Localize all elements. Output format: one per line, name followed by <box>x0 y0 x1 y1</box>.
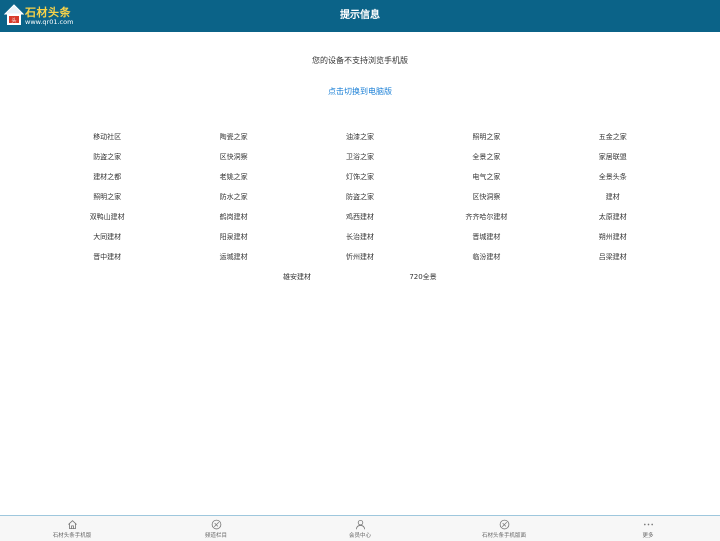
site-link[interactable]: 老姚之家 <box>170 171 296 191</box>
nav-label: 更多 <box>642 533 654 539</box>
device-notice: 您的设备不支持浏览手机版 <box>312 56 408 65</box>
site-link[interactable]: 陶瓷之家 <box>170 131 296 151</box>
site-link[interactable]: 照明之家 <box>44 191 170 211</box>
site-link[interactable]: 电气之家 <box>423 171 549 191</box>
site-links-row: 照明之家 防水之家 防盗之家 区快洞察 建材 <box>44 191 676 211</box>
site-link[interactable]: 长治建材 <box>297 231 423 251</box>
site-link[interactable]: 双鸭山建材 <box>44 211 170 231</box>
site-link[interactable]: 油漆之家 <box>297 131 423 151</box>
site-link[interactable]: 建材之都 <box>44 171 170 191</box>
switch-to-desktop-link[interactable]: 点击切换到电脑版 <box>0 86 720 97</box>
site-link[interactable]: 防盗之家 <box>44 151 170 171</box>
nav-item-more[interactable]: 更多 <box>576 516 720 541</box>
nav-label: 会员中心 <box>348 533 371 539</box>
nav-item-mobile-home[interactable]: 石材头条手机版 <box>0 516 144 541</box>
site-link[interactable]: 运城建材 <box>170 251 296 271</box>
site-links-grid: 移动社区 陶瓷之家 油漆之家 照明之家 五金之家 防盗之家 区快洞察 卫浴之家 全景之家 家居联盟… <box>44 131 676 271</box>
nav-label: 石材头条手机版 <box>52 533 92 539</box>
site-link[interactable]: 晋中建材 <box>44 251 170 271</box>
site-links-row: 晋中建材 运城建材 忻州建材 临汾建材 吕梁建材 <box>44 251 676 271</box>
site-link[interactable]: 忻州建材 <box>297 251 423 271</box>
site-link[interactable]: 全景之家 <box>423 151 549 171</box>
site-link[interactable]: 区快洞察 <box>170 151 296 171</box>
site-links-row: 防盗之家 区快洞察 卫浴之家 全景之家 家居联盟 <box>44 151 676 171</box>
site-link[interactable]: 防水之家 <box>170 191 296 211</box>
compass-icon <box>499 519 509 530</box>
site-link[interactable]: 齐齐哈尔建材 <box>423 211 549 231</box>
site-links-row: 建材之都 老姚之家 灯饰之家 电气之家 全景头条 <box>44 171 676 191</box>
nav-item-member-center[interactable]: 会员中心 <box>288 516 432 541</box>
nav-label: 频道栏目 <box>204 533 227 539</box>
user-icon <box>355 519 365 530</box>
site-link[interactable]: 朔州建材 <box>550 231 676 251</box>
site-link[interactable]: 720全景 <box>383 271 463 283</box>
site-link[interactable]: 家居联盟 <box>550 151 676 171</box>
site-link[interactable]: 大同建材 <box>44 231 170 251</box>
site-link[interactable]: 建材 <box>550 191 676 211</box>
more-icon <box>643 523 653 526</box>
site-link[interactable]: 灯饰之家 <box>297 171 423 191</box>
site-link[interactable]: 阳泉建材 <box>170 231 296 251</box>
page-title: 提示信息 <box>340 10 380 21</box>
site-link[interactable]: 鹤岗建材 <box>170 211 296 231</box>
top-header: 头 石材头条 www.qr01.com 提示信息 <box>0 0 720 32</box>
site-link[interactable]: 照明之家 <box>423 131 549 151</box>
site-link[interactable]: 雄安建材 <box>257 271 337 283</box>
nav-item-channels[interactable]: 频道栏目 <box>144 516 288 541</box>
site-links-last-row: 雄安建材 720全景 <box>0 271 720 283</box>
site-link[interactable]: 吕梁建材 <box>550 251 676 271</box>
site-link[interactable]: 五金之家 <box>550 131 676 151</box>
site-link[interactable]: 移动社区 <box>44 131 170 151</box>
site-link[interactable]: 全景头条 <box>550 171 676 191</box>
bottom-nav: 石材头条手机版 频道栏目 会员中心 石材头条手机版面 更多 <box>0 515 720 541</box>
site-link[interactable]: 晋城建材 <box>423 231 549 251</box>
nav-label: 石材头条手机版面 <box>481 533 526 539</box>
site-links-row: 移动社区 陶瓷之家 油漆之家 照明之家 五金之家 <box>44 131 676 151</box>
nav-item-mobile-page[interactable]: 石材头条手机版面 <box>432 516 576 541</box>
site-link[interactable]: 卫浴之家 <box>297 151 423 171</box>
site-link[interactable]: 临汾建材 <box>423 251 549 271</box>
site-link[interactable]: 鸡西建材 <box>297 211 423 231</box>
home-icon <box>67 520 77 530</box>
compass-icon <box>211 519 221 530</box>
site-link[interactable]: 区快洞察 <box>423 191 549 211</box>
site-links-row: 双鸭山建材 鹤岗建材 鸡西建材 齐齐哈尔建材 太原建材 <box>44 211 676 231</box>
site-link[interactable]: 防盗之家 <box>297 191 423 211</box>
site-link[interactable]: 太原建材 <box>550 211 676 231</box>
site-links-row: 大同建材 阳泉建材 长治建材 晋城建材 朔州建材 <box>44 231 676 251</box>
